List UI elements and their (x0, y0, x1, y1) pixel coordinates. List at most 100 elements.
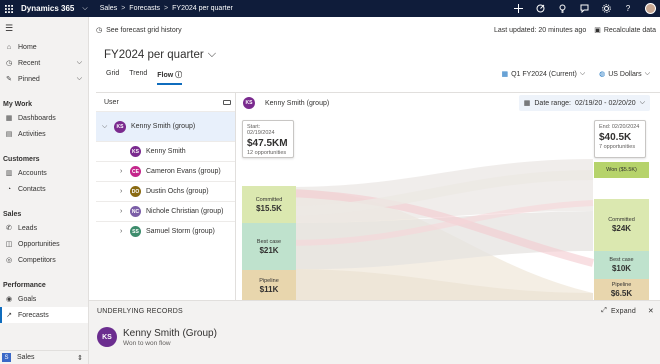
currency-selector[interactable]: ◍ US Dollars ⌵ (599, 70, 650, 78)
tab-trend[interactable]: Trend (129, 70, 147, 85)
end-best-case-block[interactable]: Best case $10K (594, 251, 649, 279)
chevron-down-icon[interactable]: ⌵ (102, 123, 107, 131)
breadcrumb: Sales > Forecasts > FY2024 per quarter (100, 5, 233, 12)
nav-group-sales: Sales (3, 211, 22, 218)
target-icon[interactable] (535, 4, 545, 14)
app-name[interactable]: Dynamics 365 (17, 4, 82, 13)
records-title: UNDERLYING RECORDS (97, 307, 183, 315)
user-avatar[interactable] (645, 3, 656, 14)
app-launcher-icon[interactable] (0, 0, 17, 17)
user-header-label: User (104, 98, 119, 106)
tree-row[interactable]: › DO Dustin Ochs (group) (96, 181, 235, 201)
nav-recent[interactable]: ◷ Recent ⌵ (0, 55, 88, 71)
end-committed-block[interactable]: Committed $24K (594, 199, 649, 251)
user-name: Dustin Ochs (group) (146, 188, 209, 195)
nav-accounts[interactable]: ▥ Accounts (0, 165, 88, 181)
breadcrumb-forecasts[interactable]: Forecasts (129, 5, 160, 12)
nav-home[interactable]: ⌂ Home (0, 39, 88, 55)
close-icon[interactable]: ✕ (648, 307, 654, 315)
history-button[interactable]: ◷ See forecast grid history (96, 26, 182, 35)
tree-row-root[interactable]: ⌵ KS Kenny Smith (group) (96, 111, 235, 141)
assistant-icon[interactable] (579, 4, 589, 14)
expand-button[interactable]: ⤢ Expand (601, 307, 636, 315)
start-amount: $47.5KM (247, 138, 288, 149)
gear-icon[interactable] (601, 4, 611, 14)
chevron-right-icon[interactable]: › (120, 228, 122, 235)
chevron-down-icon: ⌵ (639, 99, 645, 106)
tab-flow[interactable]: Flow ⓘ (157, 70, 183, 85)
nav-label: Opportunities (18, 240, 60, 248)
period-selector[interactable]: ▦ Q1 FY2024 (Current) ⌵ (501, 70, 585, 78)
filters: ▦ Q1 FY2024 (Current) ⌵ ◍ US Dollars ⌵ (501, 70, 650, 78)
hamburger-menu-icon[interactable]: ☰ (0, 17, 88, 39)
date-range-selector[interactable]: ▦ Date range: 02/19/20 - 02/20/20 ⌵ (518, 95, 650, 111)
chevron-down-icon[interactable]: ⌵ (77, 59, 82, 67)
top-bar: Dynamics 365 ⌵ Sales > Forecasts > FY202… (0, 0, 660, 17)
date-range-label: Date range: (534, 99, 571, 107)
phone-icon: ✆ (6, 225, 12, 232)
tree-row[interactable]: › CE Cameron Evans (group) (96, 161, 235, 181)
block-value: $11K (259, 284, 279, 294)
goal-icon: ◉ (5, 296, 13, 303)
nav-leads[interactable]: ✆ Leads (0, 220, 88, 236)
block-label: Best case (256, 238, 282, 245)
tab-grid[interactable]: Grid (106, 70, 119, 85)
nav-pinned[interactable]: ✎ Pinned ⌵ (0, 71, 88, 87)
help-icon[interactable]: ? (623, 4, 633, 14)
start-card[interactable]: Start: 02/19/2024 $47.5KM 12 opportuniti… (242, 120, 294, 158)
chevron-down-icon[interactable]: ⌵ (77, 75, 82, 83)
nav-goals[interactable]: ◉ Goals (0, 291, 88, 307)
start-pipeline-block[interactable]: Pipeline $11K (242, 270, 296, 301)
expand-label: Expand (611, 307, 636, 315)
nav-forecasts[interactable]: ↗ Forecasts (0, 307, 88, 323)
nav-group-customers: Customers (3, 156, 40, 163)
last-updated-text: Last updated: 20 minutes ago (493, 26, 587, 34)
end-card[interactable]: End: 02/20/2024 $40.5K 7 opportunities (594, 120, 646, 158)
tree-row[interactable]: KS Kenny Smith (96, 141, 235, 161)
nav-dashboards[interactable]: ▦ Dashboards (0, 110, 88, 126)
breadcrumb-sales[interactable]: Sales (100, 5, 118, 12)
flow-chart: KS Kenny Smith (group) ▦ Date range: 02/… (237, 93, 660, 301)
chevron-down-icon[interactable]: ⌵ (82, 5, 87, 13)
block-value: $24K (611, 224, 632, 233)
avatar: CE (130, 166, 141, 177)
person-icon: ◔ (6, 185, 12, 193)
lightbulb-icon[interactable] (557, 4, 567, 14)
start-date: Start: 02/19/2024 (247, 124, 275, 136)
nav-competitors[interactable]: ◎ Competitors (0, 252, 88, 268)
block-label: Pipeline (611, 282, 632, 288)
history-label: See forecast grid history (106, 26, 182, 34)
won-block[interactable]: Won ($5.5K) (594, 162, 649, 178)
start-best-case-block[interactable]: Best case $21K (242, 223, 296, 270)
chevron-right-icon[interactable]: › (120, 188, 122, 195)
toggle-panel-icon[interactable] (223, 99, 231, 105)
user-name: Kenny Smith (146, 148, 186, 155)
user-name: Kenny Smith (group) (131, 123, 196, 130)
area-switcher[interactable]: S Sales ⇕ (0, 350, 89, 364)
recalculate-button[interactable]: ▣ Recalculate data (594, 26, 656, 35)
block-label: Pipeline (259, 277, 279, 284)
end-date: End: 02/20/2024 (599, 124, 640, 130)
nav-label: Competitors (18, 256, 56, 264)
plus-icon[interactable] (513, 4, 523, 14)
nav-contacts[interactable]: ◔ Contacts (0, 181, 88, 197)
nav-label: Contacts (18, 185, 46, 193)
start-committed-block[interactable]: Committed $15.5K (242, 186, 296, 223)
avatar: NC (130, 206, 141, 217)
forecast-selector[interactable]: FY2024 per quarter ⌵ (104, 48, 216, 61)
activities-icon: ▤ (5, 131, 13, 138)
block-value: $21K (259, 245, 279, 255)
nav-activities[interactable]: ▤ Activities (0, 126, 88, 142)
competitor-icon: ◎ (5, 257, 13, 264)
block-label: Committed (255, 196, 283, 203)
nav-opportunities[interactable]: ◫ Opportunities (0, 236, 88, 252)
chevron-right-icon[interactable]: › (120, 208, 122, 215)
user-name: Nichole Christian (group) (146, 208, 224, 215)
nav-label: Accounts (18, 169, 47, 177)
tree-row[interactable]: › SS Samuel Storm (group) (96, 221, 235, 241)
chevron-right-icon[interactable]: › (120, 168, 122, 175)
tree-row[interactable]: › NC Nichole Christian (group) (96, 201, 235, 221)
end-pipeline-block[interactable]: Pipeline $6.5K (594, 279, 649, 301)
block-value: $10K (611, 264, 632, 273)
avatar: KS (114, 120, 126, 133)
